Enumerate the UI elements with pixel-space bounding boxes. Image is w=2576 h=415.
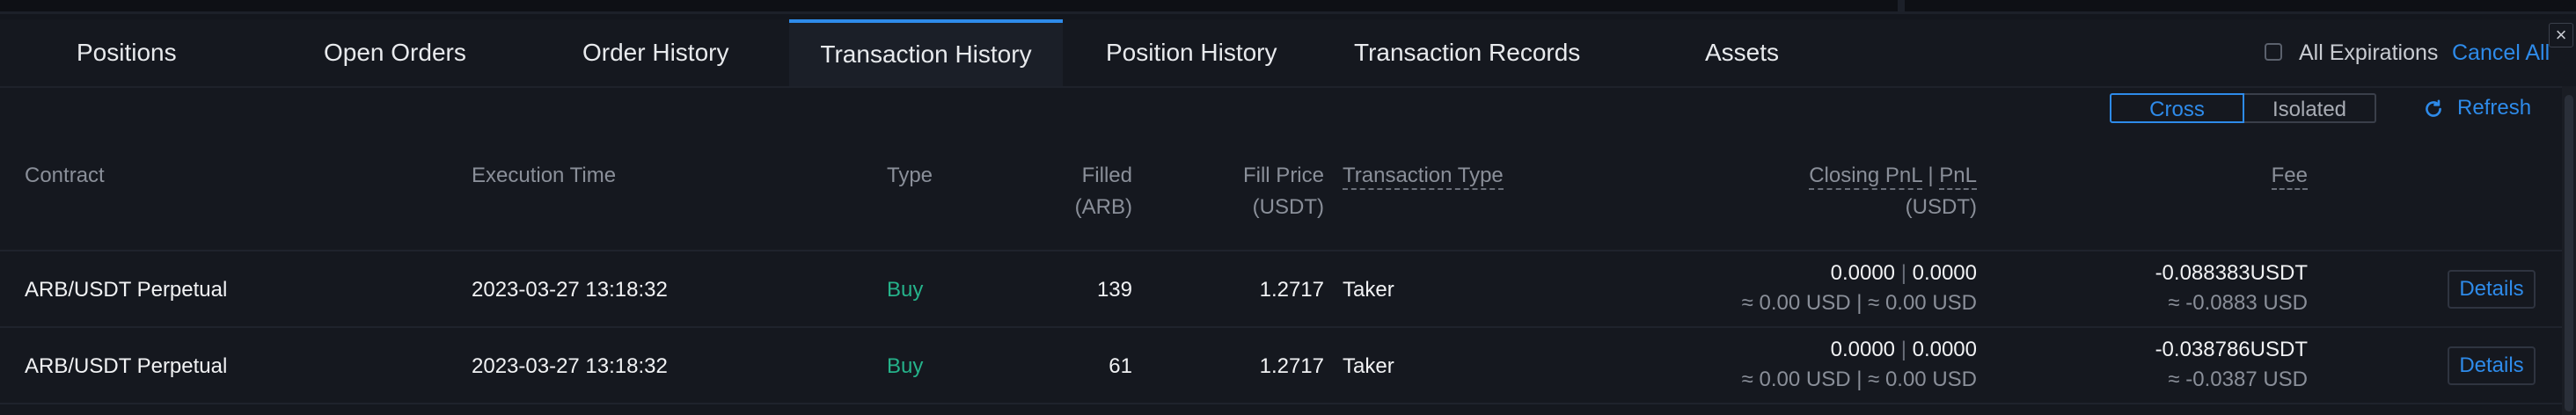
cell-pnl-usd: ≈ 0.00 USD | ≈ 0.00 USD — [1741, 291, 1977, 315]
table-row: ARB/USDT Perpetual 2023-03-27 13:18:32 B… — [0, 252, 2562, 328]
tab-order-history[interactable]: Order History — [582, 19, 728, 86]
header-execution-time: Execution Time — [472, 164, 617, 187]
cell-fee: -0.038786USDT — [2155, 338, 2308, 361]
cell-filled: 61 — [1109, 354, 1132, 378]
top-divider — [0, 11, 2576, 14]
cell-pnl-usd: ≈ 0.00 USD | ≈ 0.00 USD — [1741, 368, 1977, 391]
header-transaction-type-label: Transaction Type — [1343, 164, 1504, 190]
tab-bar: Positions Open Orders Order History Tran… — [0, 19, 2576, 88]
cell-closing-pnl: 0.0000 | 0.0000 — [1830, 338, 1977, 361]
cell-transaction-type: Taker — [1343, 278, 1394, 302]
table-row: ARB/USDT Perpetual 2023-03-27 13:18:32 B… — [0, 329, 2562, 404]
row-divider — [0, 403, 2562, 404]
header-contract: Contract — [25, 164, 105, 187]
cell-execution-time: 2023-03-27 13:18:32 — [472, 278, 668, 302]
margin-mode-isolated-button[interactable]: Isolated — [2244, 93, 2376, 123]
cell-execution-time: 2023-03-27 13:18:32 — [472, 354, 668, 378]
header-fill-price-label: Fill Price — [1242, 164, 1324, 187]
close-icon[interactable]: × — [2549, 23, 2573, 47]
top-strip — [0, 0, 2576, 14]
cell-fill-price: 1.2717 — [1259, 354, 1324, 378]
header-fill-price: Fill Price (USDT) — [1197, 160, 1324, 223]
header-type: Type — [887, 164, 933, 187]
header-filled: Filled (ARB) — [1021, 160, 1132, 223]
cell-fee: -0.088383USDT — [2155, 261, 2308, 285]
all-expirations-label: All Expirations — [2299, 40, 2439, 65]
panel-separator — [1898, 0, 1905, 14]
cell-pnl-value: 0.0000 — [1912, 338, 1977, 361]
refresh-label: Refresh — [2457, 96, 2532, 120]
cell-type: Buy — [887, 278, 924, 302]
details-button[interactable]: Details — [2448, 346, 2536, 385]
tab-assets[interactable]: Assets — [1705, 19, 1779, 86]
header-transaction-type: Transaction Type — [1343, 160, 1504, 192]
tab-transaction-records[interactable]: Transaction Records — [1354, 19, 1580, 86]
header-closing-pnl-label: Closing PnL — [1809, 164, 1922, 190]
header-pnl-label: PnL — [1939, 164, 1977, 190]
header-filled-label: Filled — [1081, 164, 1132, 187]
refresh-icon — [2426, 99, 2441, 117]
cell-contract: ARB/USDT Perpetual — [25, 278, 228, 302]
tab-open-orders[interactable]: Open Orders — [324, 19, 466, 86]
cell-fee-usd: ≈ -0.0387 USD — [2168, 368, 2308, 391]
all-expirations-checkbox[interactable] — [2265, 43, 2282, 61]
details-button[interactable]: Details — [2448, 270, 2536, 309]
cell-closing-pnl-value: 0.0000 — [1830, 338, 1896, 361]
header-fill-price-unit: (USDT) — [1252, 195, 1324, 219]
orders-panel: Positions Open Orders Order History Tran… — [0, 19, 2576, 415]
row-divider — [0, 250, 2562, 251]
cell-closing-pnl-value: 0.0000 — [1830, 261, 1896, 285]
tab-positions[interactable]: Positions — [77, 19, 177, 86]
cancel-all-button[interactable]: Cancel All — [2452, 40, 2550, 66]
header-filled-unit: (ARB) — [1074, 195, 1132, 219]
cell-filled: 139 — [1096, 278, 1132, 302]
cell-closing-pnl: 0.0000 | 0.0000 — [1830, 261, 1977, 285]
tab-transaction-history[interactable]: Transaction History — [789, 19, 1063, 86]
cell-fee-usd: ≈ -0.0883 USD — [2168, 291, 2308, 315]
cell-transaction-type: Taker — [1343, 354, 1394, 378]
tab-position-history[interactable]: Position History — [1106, 19, 1277, 86]
cell-fill-price: 1.2717 — [1259, 278, 1324, 302]
row-divider — [0, 326, 2562, 328]
margin-mode-cross-button[interactable]: Cross — [2110, 93, 2244, 123]
header-closing-pnl: Closing PnL | PnL (USDT) — [1672, 160, 1977, 223]
scrollbar-thumb[interactable] — [2565, 95, 2573, 411]
header-fee: Fee — [2164, 160, 2308, 192]
cell-pnl-value: 0.0000 — [1912, 261, 1977, 285]
refresh-button[interactable]: Refresh — [2422, 93, 2531, 123]
cell-type: Buy — [887, 354, 924, 378]
cell-contract: ARB/USDT Perpetual — [25, 354, 228, 378]
header-pnl-unit: (USDT) — [1905, 195, 1977, 219]
header-fee-label: Fee — [2271, 164, 2308, 190]
